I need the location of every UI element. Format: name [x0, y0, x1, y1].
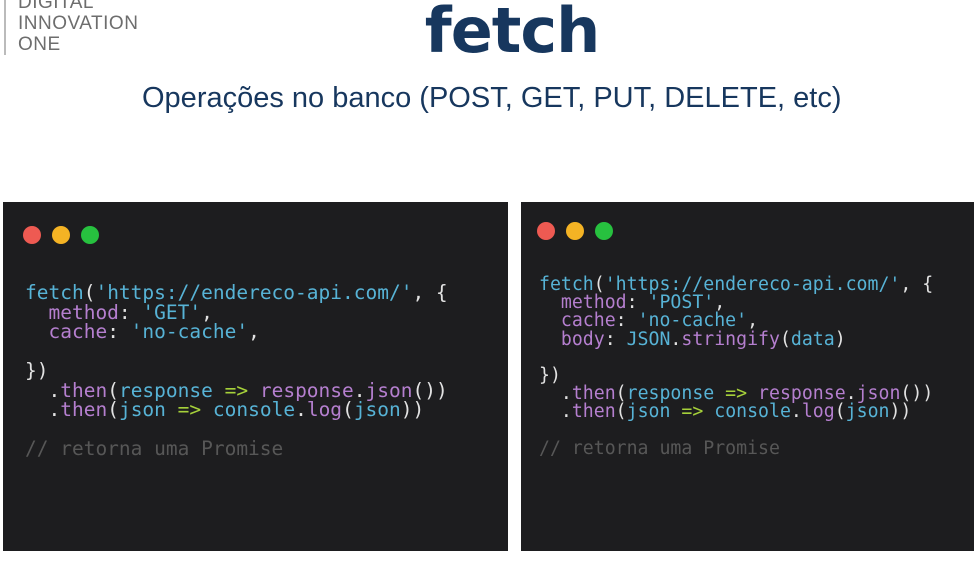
code-line: .then(response => response.json())	[539, 381, 933, 404]
code-token: (	[342, 398, 354, 421]
code-token: 'no-cache'	[130, 320, 249, 343]
code-token: data	[790, 328, 835, 350]
code-line: body: JSON.stringify(data)	[539, 327, 933, 350]
code-line: cache: 'no-cache',	[25, 319, 448, 343]
code-token: .	[790, 401, 802, 423]
code-token: :	[107, 320, 131, 343]
code-token: ,	[248, 320, 260, 343]
code-line: cache: 'no-cache',	[539, 308, 933, 331]
code-token: , {	[412, 281, 448, 304]
maximize-dot-icon	[81, 226, 99, 244]
code-token: then	[60, 398, 108, 421]
code-token: cache	[25, 320, 108, 343]
minimize-dot-icon	[52, 226, 70, 244]
code-token: =>	[670, 401, 715, 423]
code-comment: // retorna uma Promise	[25, 437, 284, 460]
slide-title: fetch	[424, 0, 601, 67]
code-panel-get: fetch('https://endereco-api.com/', { met…	[3, 202, 508, 551]
code-token: console	[714, 401, 791, 423]
code-token: )	[834, 328, 846, 350]
code-token: (	[615, 401, 627, 423]
maximize-dot-icon	[595, 222, 613, 240]
code-token: then	[571, 401, 616, 423]
code-token: , {	[900, 274, 934, 295]
code-token: (	[834, 401, 846, 423]
code-line: .then(json => console.log(json))	[25, 397, 448, 421]
code-token: log	[306, 398, 343, 421]
code-token: log	[801, 401, 835, 423]
code-block: fetch('https://endereco-api.com/', { met…	[25, 280, 448, 460]
code-block: fetch('https://endereco-api.com/', { met…	[539, 272, 933, 459]
code-line: // retorna uma Promise	[25, 436, 448, 460]
close-dot-icon	[537, 222, 555, 240]
code-panel-post: fetch('https://endereco-api.com/', { met…	[521, 202, 974, 551]
code-token: console	[212, 398, 296, 421]
minimize-dot-icon	[566, 222, 584, 240]
code-token: JSON	[626, 328, 671, 350]
code-token: ))	[400, 398, 425, 421]
code-line: .then(json => console.log(json))	[539, 399, 933, 422]
code-line: fetch('https://endereco-api.com/', {	[539, 272, 933, 295]
slide-subtitle: Operações no banco (POST, GET, PUT, DELE…	[142, 82, 842, 114]
code-token: stringify	[681, 328, 780, 350]
code-token: json	[118, 398, 166, 421]
close-dot-icon	[23, 226, 41, 244]
window-controls	[23, 226, 99, 244]
code-token: ))	[889, 401, 912, 423]
code-line: fetch('https://endereco-api.com/', {	[25, 280, 448, 304]
code-token: json	[353, 398, 401, 421]
code-line: // retorna uma Promise	[539, 436, 933, 459]
code-token: =>	[165, 398, 213, 421]
code-line: })	[25, 358, 448, 382]
code-token: .	[670, 328, 682, 350]
code-comment: // retorna uma Promise	[539, 437, 780, 459]
code-token: (	[779, 328, 791, 350]
code-line: })	[539, 363, 933, 386]
code-token: json	[845, 401, 890, 423]
code-token: :	[604, 328, 627, 350]
code-token: json	[626, 401, 671, 423]
code-line: .then(response => response.json())	[25, 378, 447, 402]
code-token: .	[295, 398, 307, 421]
window-controls	[537, 222, 613, 240]
code-token: (	[107, 398, 119, 421]
